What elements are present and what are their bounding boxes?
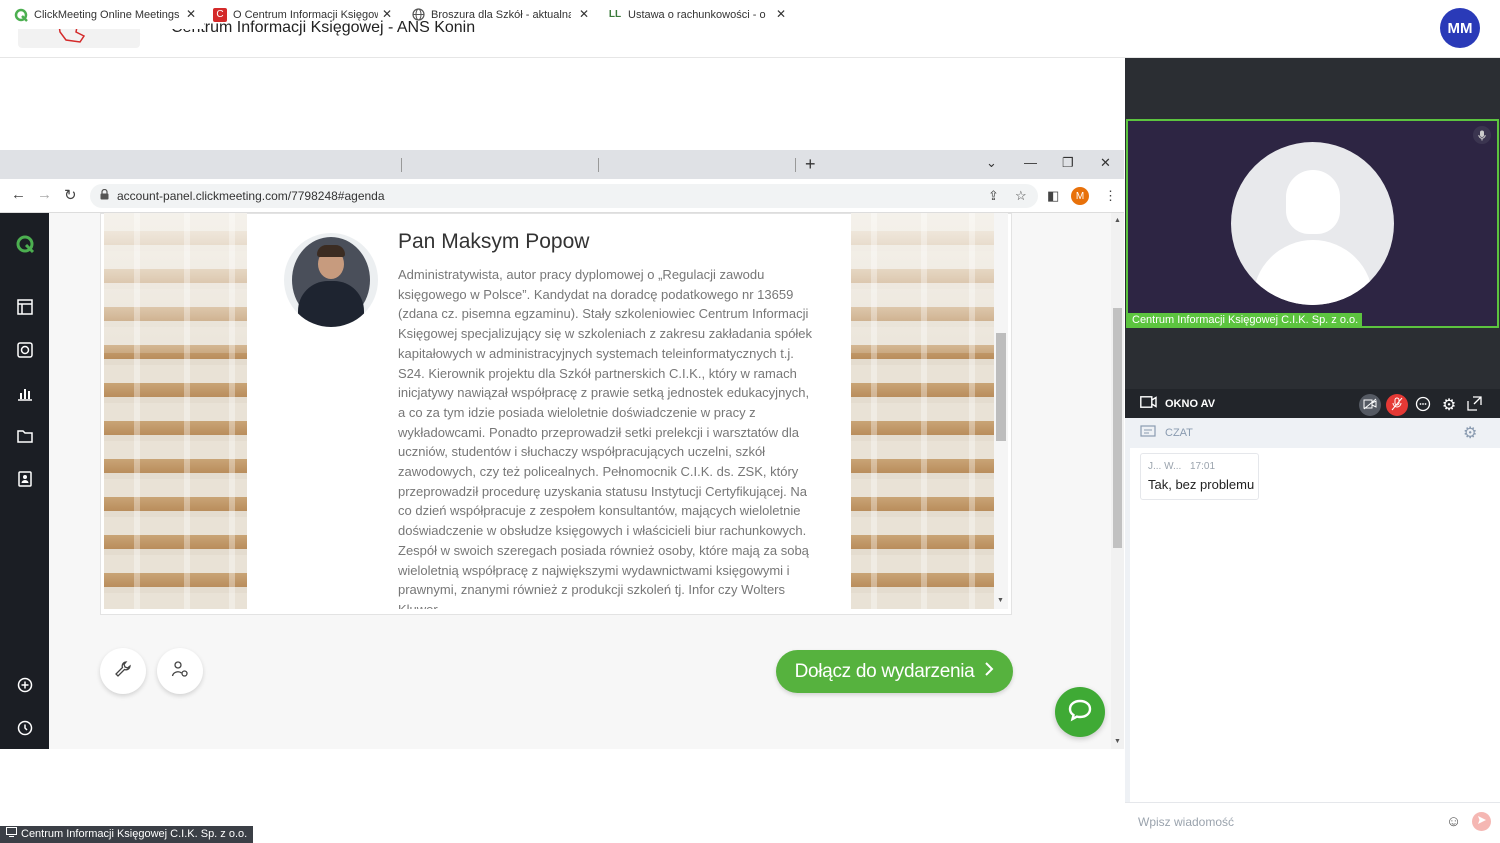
- send-icon: [1477, 815, 1487, 828]
- user-settings-icon: [171, 660, 189, 683]
- scroll-down-icon[interactable]: ▼: [997, 597, 1004, 604]
- scrollbar-thumb[interactable]: [996, 333, 1006, 441]
- tab-label: ClickMeeting Online Meetings: [34, 8, 180, 21]
- cik-icon: C: [213, 7, 227, 22]
- send-button[interactable]: [1472, 812, 1491, 831]
- card-scrollbar[interactable]: ▼: [994, 213, 1008, 609]
- chat-settings-icon[interactable]: ⚙: [1463, 423, 1477, 443]
- emoji-icon[interactable]: ☺: [1446, 813, 1461, 830]
- globe-icon: [411, 8, 425, 22]
- wrench-icon: [114, 660, 132, 683]
- popout-button[interactable]: [1463, 394, 1485, 416]
- microphone-muted-button[interactable]: [1386, 394, 1408, 416]
- tab-separator: [598, 158, 599, 172]
- lock-icon[interactable]: [100, 188, 109, 203]
- join-event-button[interactable]: Dołącz do wydarzenia: [776, 650, 1013, 693]
- clickmeeting-logo-icon[interactable]: [15, 234, 35, 254]
- gear-icon: ⚙: [1441, 397, 1457, 414]
- close-icon[interactable]: ✕: [186, 7, 196, 21]
- support-chat-button[interactable]: [1055, 687, 1105, 737]
- wrench-button[interactable]: [100, 648, 146, 694]
- share-icon[interactable]: ⇪: [988, 188, 999, 204]
- speaker-bio: Administratywista, autor pracy dyplomowe…: [398, 267, 813, 609]
- reload-icon[interactable]: ↻: [64, 186, 77, 204]
- auditorium-image-right: [851, 213, 994, 609]
- presenter-name: Centrum Informacji Księgowej C.I.K. Sp. …: [21, 828, 248, 840]
- tab-search-icon[interactable]: ⌄: [986, 150, 997, 179]
- presenter-tag: Centrum Informacji Księgowej C.I.K. Sp. …: [0, 826, 254, 843]
- participant-name-label: Centrum Informacji Księgowej C.I.K. Sp. …: [1128, 313, 1363, 328]
- chat-title: CZAT: [1165, 427, 1193, 439]
- close-window-icon[interactable]: ✕: [1100, 150, 1111, 179]
- tab-separator: [795, 158, 796, 172]
- menu-dots-icon[interactable]: ⋮: [1104, 188, 1117, 204]
- bookmark-star-icon[interactable]: ☆: [1015, 188, 1027, 204]
- add-circle-icon[interactable]: [15, 675, 35, 695]
- tab-clickmeeting[interactable]: ClickMeeting Online Meetings ✕: [6, 0, 204, 29]
- clock-icon[interactable]: [15, 718, 35, 738]
- tab-ustawa[interactable]: LL Ustawa o rachunkowości - o rach ✕: [600, 0, 794, 29]
- participant-avatar: [1231, 142, 1394, 305]
- close-icon[interactable]: ✕: [776, 7, 786, 21]
- popout-icon: [1466, 396, 1482, 414]
- chat-message-author: J... W...: [1148, 461, 1182, 472]
- camera-off-icon: [1363, 398, 1377, 413]
- chat-toggle-button[interactable]: [1412, 394, 1434, 416]
- folder-icon[interactable]: [15, 426, 35, 446]
- scroll-up-icon[interactable]: ▲: [1114, 217, 1121, 224]
- chat-message-text: Tak, bez problemu: [1148, 477, 1255, 492]
- tab-cik[interactable]: C O Centrum Informacji Księgowej ✕: [205, 0, 400, 29]
- chat-message-time: 17:01: [1190, 461, 1216, 472]
- speaker-photo: [284, 233, 378, 327]
- back-icon[interactable]: ←: [11, 186, 26, 203]
- restore-icon[interactable]: ❐: [1062, 150, 1074, 179]
- chevron-right-icon: [984, 661, 994, 683]
- user-avatar[interactable]: MM: [1440, 8, 1480, 48]
- scrollbar-thumb[interactable]: [1113, 308, 1122, 548]
- tab-label: Broszura dla Szkół - aktualna.pdf: [431, 8, 571, 21]
- chat-bubble-icon: [1067, 698, 1093, 727]
- settings-button[interactable]: ⚙: [1438, 394, 1460, 416]
- tab-separator: [401, 158, 402, 172]
- lex-icon: LL: [608, 9, 622, 20]
- browser-profile-avatar[interactable]: M: [1071, 187, 1089, 205]
- speaker-name: Pan Maksym Popow: [398, 230, 590, 253]
- screen-icon: [6, 826, 17, 843]
- chat-window-icon: [1140, 425, 1156, 442]
- minimize-icon[interactable]: —: [1024, 150, 1037, 179]
- chat-icon: [1415, 396, 1431, 415]
- join-button-label: Dołącz do wydarzenia: [794, 660, 975, 682]
- url-text: account-panel.clickmeeting.com/7798248#a…: [117, 189, 385, 203]
- camera-icon: [1140, 396, 1157, 411]
- tab-label: Ustawa o rachunkowości - o rach: [628, 8, 768, 21]
- chat-message-input[interactable]: [1138, 812, 1438, 832]
- webinar-icon[interactable]: [15, 340, 35, 360]
- scroll-down-icon[interactable]: ▼: [1114, 738, 1121, 745]
- auditorium-image-left: [104, 213, 247, 609]
- forward-icon[interactable]: →: [37, 186, 52, 203]
- microphone-icon[interactable]: [1473, 126, 1491, 144]
- contacts-book-icon[interactable]: [15, 469, 35, 489]
- user-settings-button[interactable]: [157, 648, 203, 694]
- tab-label: O Centrum Informacji Księgowej: [233, 8, 378, 21]
- browser-tab-bar: [0, 150, 1124, 179]
- close-icon[interactable]: ✕: [382, 7, 392, 21]
- chat-panel-edge: [1125, 418, 1130, 843]
- layout-icon[interactable]: [15, 297, 35, 317]
- close-icon[interactable]: ✕: [579, 7, 589, 21]
- new-tab-button[interactable]: +: [805, 150, 816, 179]
- side-panel-icon[interactable]: ◧: [1047, 188, 1059, 204]
- camera-off-button[interactable]: [1359, 394, 1381, 416]
- tab-broszura[interactable]: Broszura dla Szkół - aktualna.pdf ✕: [403, 0, 597, 29]
- statistics-icon[interactable]: [15, 383, 35, 403]
- microphone-muted-icon: [1391, 397, 1403, 414]
- clickmeeting-icon: [14, 8, 28, 22]
- page-scrollbar[interactable]: ▲ ▼: [1111, 213, 1124, 749]
- av-window-label: OKNO AV: [1165, 398, 1216, 410]
